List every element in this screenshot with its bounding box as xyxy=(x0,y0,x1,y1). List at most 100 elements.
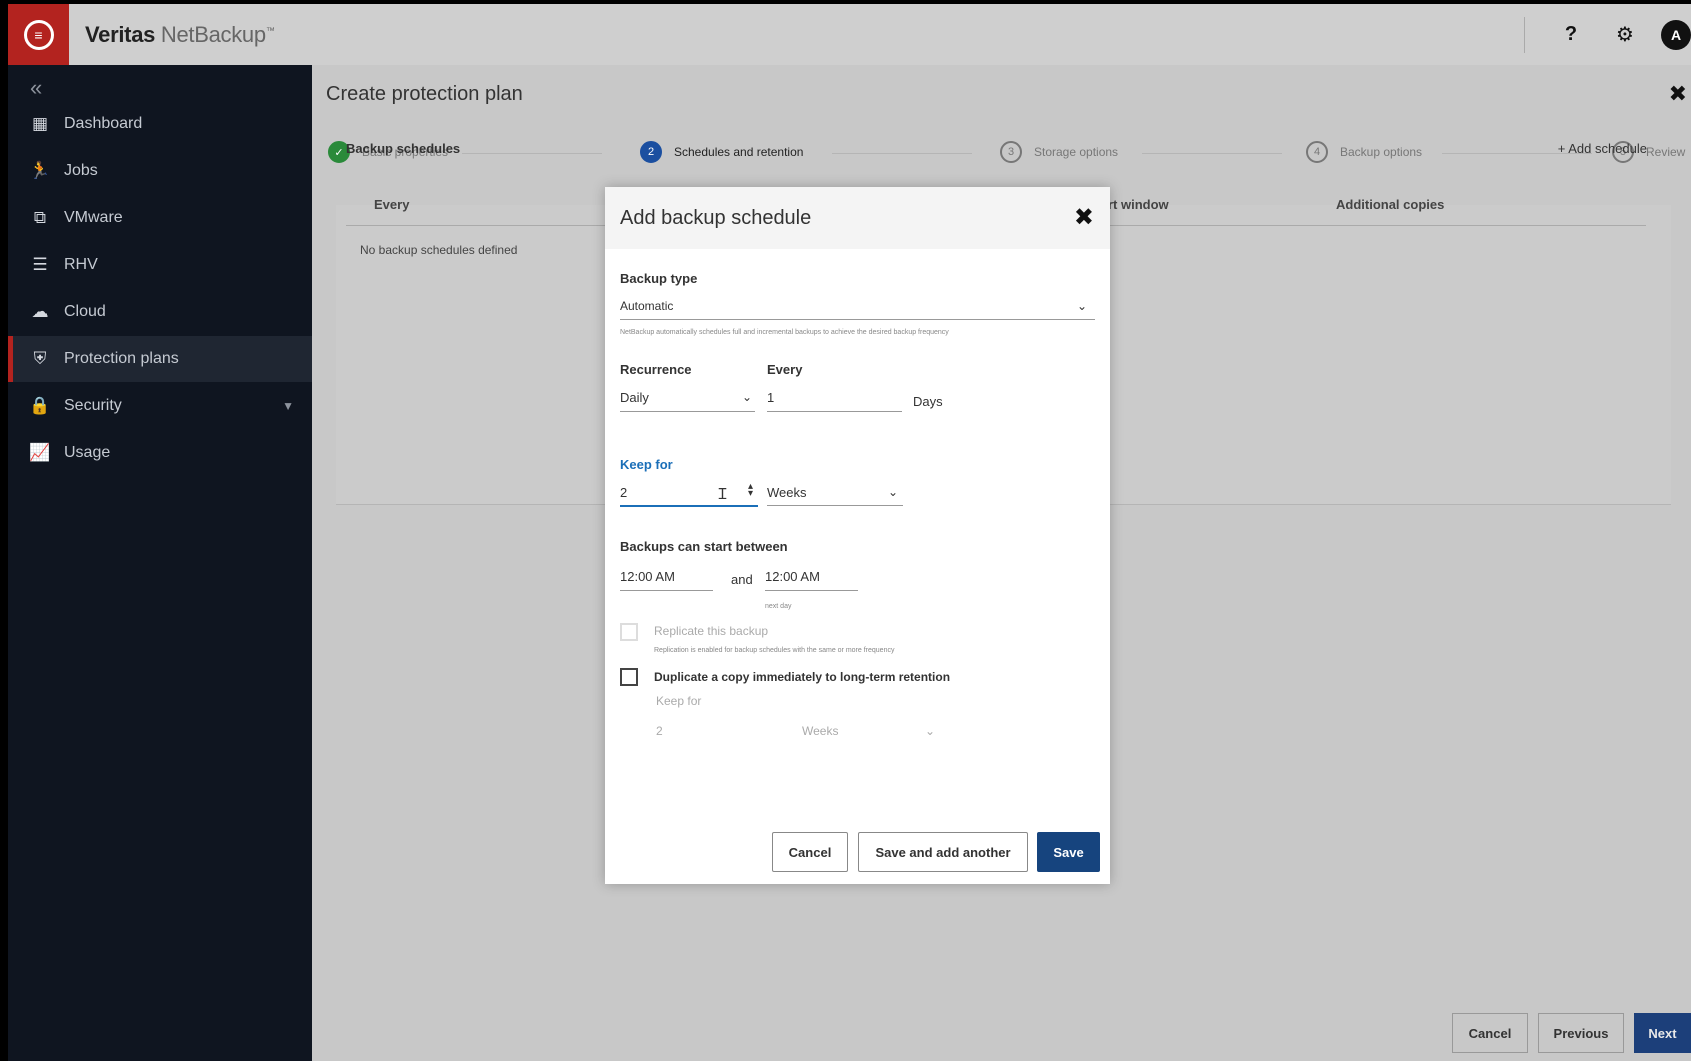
previous-button[interactable]: Previous xyxy=(1538,1013,1624,1053)
add-backup-schedule-dialog: Add backup schedule ✖ Backup type Automa… xyxy=(605,187,1110,884)
top-bar: ≡ Veritas NetBackup™ ? ⚙ A xyxy=(8,4,1691,65)
add-schedule-button[interactable]: + Add schedule xyxy=(1558,141,1647,156)
keep-for-unit-select[interactable]: Weeks xyxy=(767,485,807,500)
field-underline xyxy=(767,411,902,412)
divider xyxy=(1524,16,1525,53)
sidebar-item-dashboard[interactable]: ▦ Dashboard xyxy=(8,101,312,147)
step-storage-options[interactable]: 3 Storage options xyxy=(1000,141,1118,163)
sidebar-item-usage[interactable]: 📈 Usage xyxy=(8,430,312,476)
step-backup-options[interactable]: 4 Backup options xyxy=(1306,141,1422,163)
step-label: Schedules and retention xyxy=(674,145,804,159)
step-number: 4 xyxy=(1306,141,1328,163)
sidebar-item-label: Protection plans xyxy=(64,350,179,367)
cancel-button[interactable]: Cancel xyxy=(772,832,848,872)
step-label: Storage options xyxy=(1034,145,1119,159)
field-underline xyxy=(620,590,713,591)
step-connector xyxy=(832,153,972,154)
every-unit: Days xyxy=(913,394,943,409)
step-number: 3 xyxy=(1000,141,1022,163)
chevron-down-icon[interactable]: ⌄ xyxy=(925,724,935,738)
replicate-checkbox[interactable] xyxy=(620,623,638,641)
logo-icon: ≡ xyxy=(23,19,54,50)
section-title: Backup schedules xyxy=(346,141,461,156)
sidebar-item-cloud[interactable]: ☁ Cloud xyxy=(8,289,312,335)
close-icon[interactable]: ✖ xyxy=(1074,203,1094,232)
chevron-down-icon[interactable]: ⌄ xyxy=(888,485,898,499)
column-header-every[interactable]: Every xyxy=(374,197,409,212)
window-label: Backups can start between xyxy=(620,539,788,554)
vmware-icon: ⧉ xyxy=(33,208,47,227)
lock-icon: 🔒 xyxy=(29,396,51,415)
field-underline xyxy=(620,319,1095,320)
stepper-icon[interactable]: ▴ ▾ xyxy=(748,482,753,499)
replicate-help: Replication is enabled for backup schedu… xyxy=(654,647,895,654)
field-underline xyxy=(620,411,755,412)
brand-light: NetBackup xyxy=(160,21,266,47)
sidebar-item-label: Dashboard xyxy=(64,115,143,132)
jobs-icon: 🏃 xyxy=(29,161,51,180)
trademark: ™ xyxy=(265,25,275,36)
every-label: Every xyxy=(767,362,803,377)
save-and-add-another-button[interactable]: Save and add another xyxy=(858,832,1028,872)
dup-keep-for-input[interactable]: 2 xyxy=(656,724,663,738)
text-cursor-icon: Ｉ xyxy=(715,486,731,503)
sidebar-item-vmware[interactable]: ⧉ VMware xyxy=(8,195,312,241)
keep-for-label: Keep for xyxy=(620,457,673,472)
dashboard-icon: ▦ xyxy=(31,114,49,133)
window-and: and xyxy=(731,572,753,587)
step-connector xyxy=(1142,153,1282,154)
step-number: 2 xyxy=(640,141,662,163)
sidebar-item-rhv[interactable]: ☰ RHV xyxy=(8,242,312,288)
duplicate-label: Duplicate a copy immediately to long-ter… xyxy=(654,670,951,684)
shield-icon: ⛨ xyxy=(33,349,47,368)
collapse-icon[interactable]: « xyxy=(30,75,42,101)
step-label: Review xyxy=(1646,145,1686,159)
window-end-note: next day xyxy=(765,603,792,610)
sidebar-item-label: RHV xyxy=(64,256,98,273)
chevron-down-icon[interactable]: ⌄ xyxy=(1077,299,1087,313)
sidebar-item-label: VMware xyxy=(64,209,123,226)
field-underline-active xyxy=(620,505,758,507)
sidebar-item-label: Cloud xyxy=(64,303,106,320)
sidebar-item-protection-plans[interactable]: ⛨ Protection plans xyxy=(8,336,312,382)
sidebar: « ▦ Dashboard 🏃 Jobs ⧉ VMware ☰ RHV ☁ Cloud ⛨… xyxy=(8,65,312,1061)
sidebar-item-security[interactable]: 🔒 Security ▼ xyxy=(8,383,312,429)
dialog-header: Add backup schedule xyxy=(605,187,1110,249)
column-header-additional-copies[interactable]: Additional copies xyxy=(1336,197,1444,212)
page-title: Create protection plan xyxy=(326,83,523,105)
dup-keep-for-label: Keep for xyxy=(656,694,702,708)
avatar[interactable]: A xyxy=(1661,19,1691,50)
keep-for-input[interactable]: 2 xyxy=(620,485,627,500)
chart-icon: 📈 xyxy=(29,443,51,462)
window-end-input[interactable]: 12:00 AM xyxy=(765,569,820,584)
chevron-down-icon[interactable]: ⌄ xyxy=(742,390,752,404)
every-input[interactable]: 1 xyxy=(767,390,774,405)
brand-bold: Veritas xyxy=(85,21,156,47)
rhv-icon: ☰ xyxy=(32,255,48,274)
recurrence-label: Recurrence xyxy=(620,362,692,377)
recurrence-select[interactable]: Daily xyxy=(620,390,649,405)
close-icon[interactable]: ✖ xyxy=(1669,81,1687,107)
cloud-icon: ☁ xyxy=(31,302,49,321)
veritas-logo: ≡ xyxy=(8,4,69,65)
cancel-button[interactable]: Cancel xyxy=(1452,1013,1528,1053)
brand-name: Veritas NetBackup™ xyxy=(85,22,275,48)
sidebar-item-label: Security xyxy=(64,397,122,414)
gear-icon[interactable]: ⚙ xyxy=(1607,17,1643,53)
window-start-input[interactable]: 12:00 AM xyxy=(620,569,675,584)
next-button[interactable]: Next xyxy=(1634,1013,1691,1053)
step-schedules-retention[interactable]: 2 Schedules and retention xyxy=(640,141,803,163)
help-icon[interactable]: ? xyxy=(1553,17,1589,53)
backup-type-select[interactable]: Automatic xyxy=(620,299,673,313)
duplicate-checkbox[interactable] xyxy=(620,668,638,686)
column-header-start-window[interactable]: rt window xyxy=(1108,197,1169,212)
sidebar-item-jobs[interactable]: 🏃 Jobs xyxy=(8,148,312,194)
dialog-title: Add backup schedule xyxy=(620,206,812,229)
field-underline xyxy=(765,590,858,591)
field-underline xyxy=(767,505,903,506)
step-label: Backup options xyxy=(1340,145,1423,159)
sidebar-item-label: Usage xyxy=(64,444,111,461)
save-button[interactable]: Save xyxy=(1037,832,1100,872)
step-connector xyxy=(462,153,602,154)
dup-keep-for-unit[interactable]: Weeks xyxy=(802,724,838,738)
